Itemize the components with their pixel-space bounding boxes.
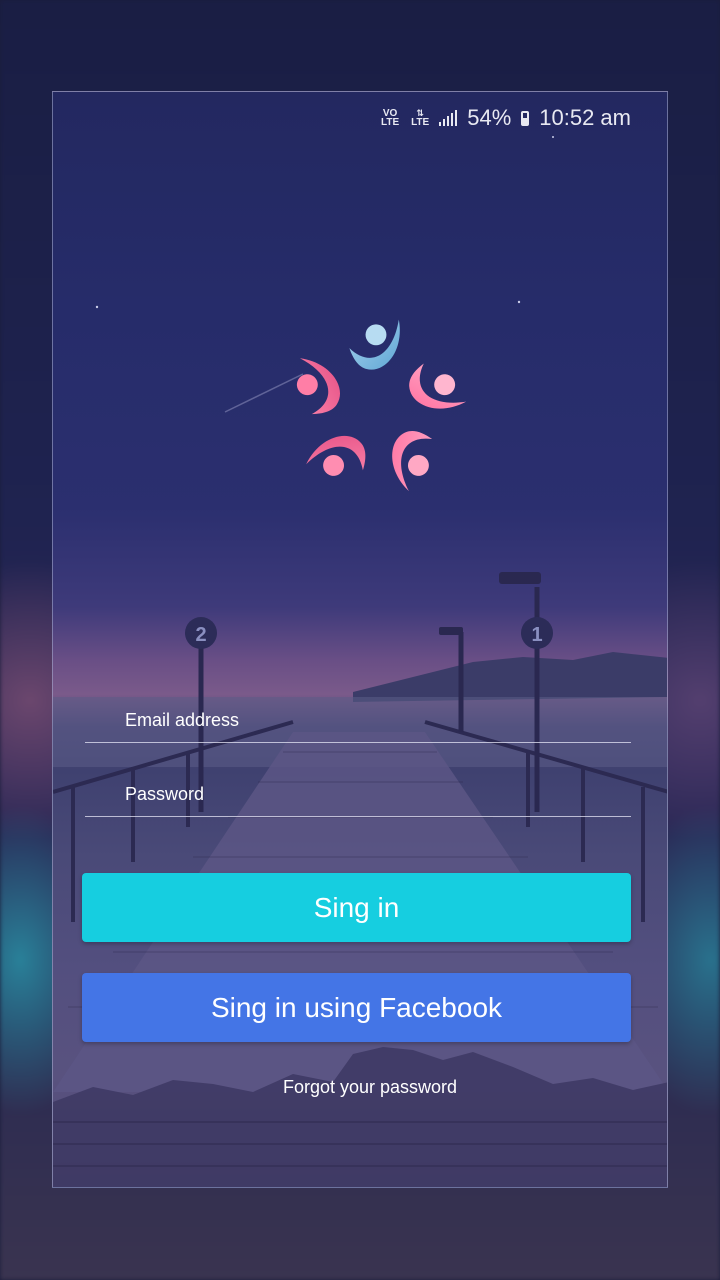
password-field bbox=[85, 772, 631, 817]
signal-icon bbox=[439, 110, 458, 126]
email-input[interactable] bbox=[85, 698, 631, 742]
password-input[interactable] bbox=[85, 772, 631, 816]
svg-text:1: 1 bbox=[531, 624, 542, 646]
email-field bbox=[85, 698, 631, 743]
sign-in-button-label: Sing in bbox=[313, 891, 400, 923]
volte-label: VO LTE bbox=[380, 108, 400, 128]
lte-label: LTE bbox=[411, 117, 430, 128]
logo-figure bbox=[349, 319, 400, 370]
facebook-sign-in-button[interactable]: Sing in using Facebook bbox=[82, 973, 631, 1042]
status-clock: 10:52 am bbox=[539, 105, 631, 130]
app-logo-icon bbox=[296, 319, 467, 492]
battery-icon bbox=[521, 110, 530, 126]
facebook-sign-in-button-label: Sing in using Facebook bbox=[210, 991, 503, 1023]
volte-icon: VO LTE bbox=[379, 108, 401, 128]
lte-data-icon: ⇅ LTE bbox=[411, 109, 430, 128]
sign-in-button[interactable]: Sing in bbox=[82, 873, 631, 942]
battery-percentage: 54% bbox=[467, 105, 512, 130]
svg-text:2: 2 bbox=[195, 624, 206, 646]
phone-screen: 2 1 VO LTE ⇅ LTE 54% 10:52 am Email addr… bbox=[52, 91, 668, 1188]
forgot-password-link[interactable]: Forgot your password bbox=[53, 1077, 667, 1098]
status-bar: VO LTE ⇅ LTE 54% 10:52 am bbox=[379, 104, 631, 132]
